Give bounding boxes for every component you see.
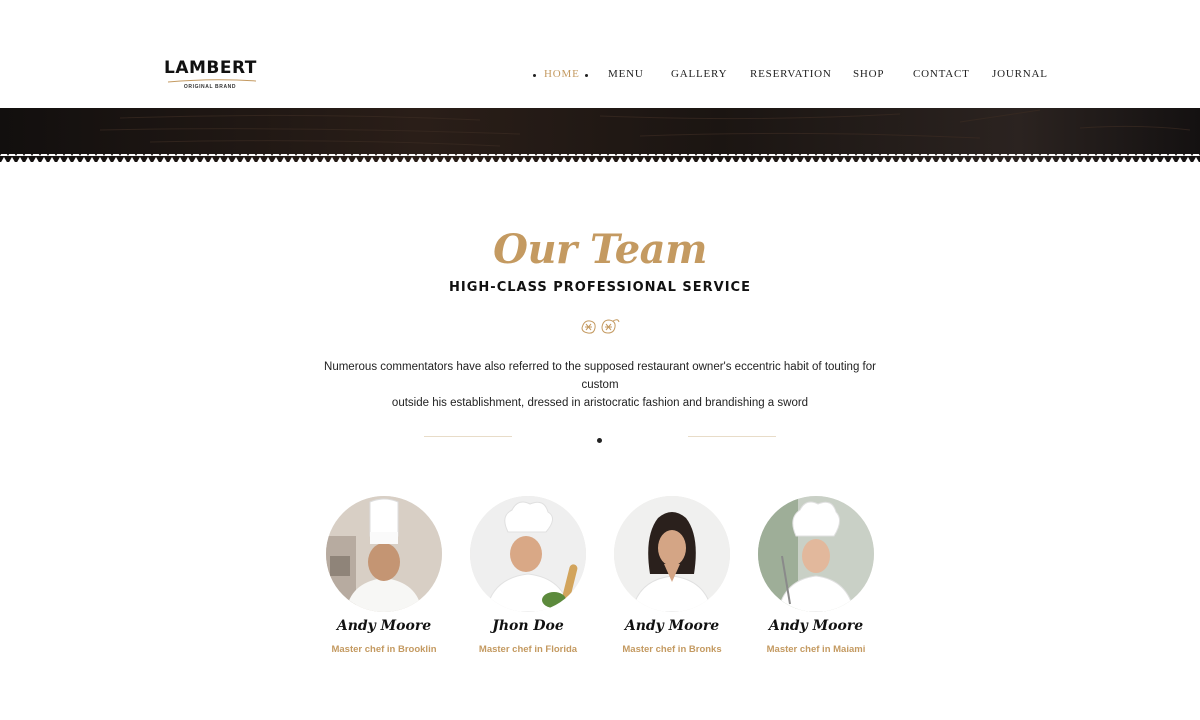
chef-photo-icon <box>758 496 874 612</box>
avatar <box>470 496 586 612</box>
nav-item-shop[interactable]: SHOP <box>853 68 884 80</box>
member-role: Master chef in Bronks <box>622 644 722 655</box>
nav-item-contact[interactable]: CONTACT <box>913 68 970 80</box>
member-role: Master chef in Florida <box>478 644 578 655</box>
section-title: Our Team <box>493 226 707 273</box>
hero-banner-strip <box>0 108 1200 162</box>
nav-item-gallery[interactable]: GALLERY <box>671 68 727 80</box>
member-name: Andy Moore <box>336 618 432 634</box>
chef-photo-icon <box>326 496 442 612</box>
section-subtitle: HIGH-CLASS PROFESSIONAL SERVICE <box>449 280 751 295</box>
nav-item-home[interactable]: HOME <box>544 68 580 80</box>
avatar <box>614 496 730 612</box>
divider-line-right <box>688 436 776 437</box>
brand-logo[interactable]: LAMBERT ORIGINAL BRAND <box>164 58 260 94</box>
brand-name: LAMBERT <box>164 58 257 78</box>
nav-bullet-icon <box>533 74 536 77</box>
hop-ornament-icon <box>581 319 620 334</box>
nav-item-journal[interactable]: JOURNAL <box>992 68 1048 80</box>
divider-dot <box>597 438 602 443</box>
member-name: Jhon Doe <box>492 618 564 634</box>
chef-photo-icon <box>614 496 730 612</box>
section-description: Numerous commentators have also referred… <box>324 361 876 409</box>
member-name: Andy Moore <box>624 618 720 634</box>
nav-bullet-icon <box>585 74 588 77</box>
wood-texture-image <box>0 108 1200 162</box>
avatar <box>326 496 442 612</box>
nav-item-menu[interactable]: MENU <box>608 68 644 80</box>
site-header: LAMBERT ORIGINAL BRAND HOME MENU GALLERY… <box>0 0 1200 108</box>
chef-photo-icon <box>470 496 586 612</box>
divider-line-left <box>424 436 512 437</box>
member-role: Master chef in Brooklin <box>331 644 437 655</box>
nav-item-reservation[interactable]: RESERVATION <box>750 68 832 80</box>
member-role: Master chef in Maiami <box>766 644 866 655</box>
member-name: Andy Moore <box>768 618 864 634</box>
brand-tagline: ORIGINAL BRAND <box>183 84 237 90</box>
avatar <box>758 496 874 612</box>
